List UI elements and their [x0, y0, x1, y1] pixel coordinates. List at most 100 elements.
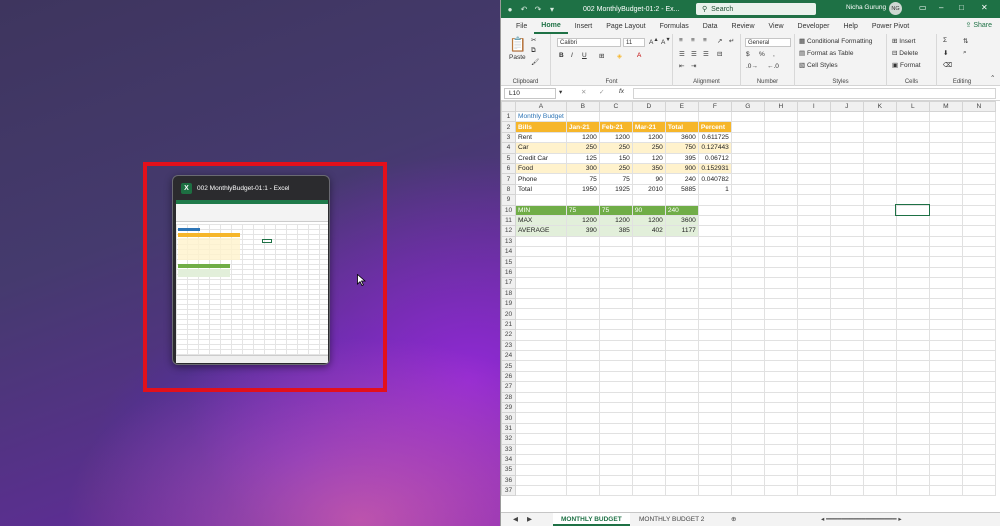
cell[interactable]	[961, 474, 996, 487]
cell[interactable]	[565, 298, 600, 310]
cell[interactable]	[631, 246, 666, 258]
cell[interactable]	[829, 401, 864, 414]
cell[interactable]	[515, 246, 567, 258]
cell[interactable]	[565, 339, 600, 352]
cell[interactable]	[862, 131, 897, 144]
column-header[interactable]: F	[697, 101, 732, 112]
cell[interactable]	[598, 464, 633, 476]
cell[interactable]: 240	[664, 173, 699, 185]
cell[interactable]: 350	[631, 162, 666, 175]
cell[interactable]	[515, 485, 567, 497]
row-header[interactable]: 23	[501, 339, 516, 352]
cell[interactable]	[664, 453, 699, 466]
cell[interactable]	[664, 360, 699, 372]
cell[interactable]	[796, 370, 831, 383]
cell[interactable]: 75	[565, 204, 600, 216]
tab-review[interactable]: Review	[725, 18, 762, 34]
sheet-table[interactable]: A B C D E F G H I J K L M N 1 Monthly Bu…	[501, 101, 996, 497]
cell[interactable]	[631, 194, 666, 206]
cell[interactable]	[763, 142, 798, 154]
row-header[interactable]: 22	[501, 329, 516, 341]
cell[interactable]	[961, 110, 996, 123]
increase-indent-icon[interactable]: ⇥	[691, 62, 696, 70]
cell[interactable]	[829, 464, 864, 476]
cell[interactable]	[598, 453, 633, 466]
cell[interactable]	[961, 131, 996, 144]
cell[interactable]	[730, 360, 765, 372]
cell[interactable]	[697, 453, 732, 466]
cell[interactable]: 250	[598, 162, 633, 175]
cell[interactable]	[763, 391, 798, 403]
cell[interactable]	[598, 443, 633, 455]
cell[interactable]	[598, 422, 633, 435]
cell[interactable]	[895, 131, 930, 144]
cell[interactable]: 900	[664, 162, 699, 175]
cell[interactable]	[515, 360, 567, 372]
cell[interactable]	[730, 298, 765, 310]
cell[interactable]	[565, 401, 600, 414]
row-header[interactable]: 6	[501, 162, 516, 175]
cell[interactable]	[730, 287, 765, 300]
cell[interactable]	[730, 194, 765, 206]
cell[interactable]	[664, 194, 699, 206]
cell[interactable]	[515, 349, 567, 362]
cell[interactable]	[895, 110, 930, 123]
cell[interactable]	[895, 287, 930, 300]
cell[interactable]	[928, 308, 963, 320]
cell[interactable]	[862, 142, 897, 154]
cell[interactable]	[796, 360, 831, 372]
cell[interactable]	[664, 412, 699, 424]
cell[interactable]	[829, 422, 864, 435]
cell[interactable]	[515, 277, 567, 289]
cell[interactable]	[796, 318, 831, 331]
cell[interactable]	[961, 464, 996, 476]
cell[interactable]	[928, 162, 963, 175]
cell[interactable]	[796, 443, 831, 455]
column-header[interactable]: E	[664, 101, 699, 112]
cell[interactable]	[565, 287, 600, 300]
cell[interactable]	[730, 246, 765, 258]
tab-help[interactable]: Help	[836, 18, 864, 34]
cell[interactable]	[862, 162, 897, 175]
cell[interactable]	[862, 485, 897, 497]
tab-developer[interactable]: Developer	[791, 18, 837, 34]
cell[interactable]	[664, 422, 699, 435]
cell[interactable]: 250	[598, 142, 633, 154]
cell[interactable]	[730, 121, 765, 133]
increase-font-icon[interactable]: A▲	[649, 37, 659, 46]
cell[interactable]	[829, 225, 864, 237]
cell[interactable]	[796, 110, 831, 123]
cell[interactable]	[697, 287, 732, 300]
cell[interactable]	[565, 453, 600, 466]
cell[interactable]	[961, 329, 996, 341]
cell[interactable]	[895, 329, 930, 341]
row-header[interactable]: 18	[501, 287, 516, 300]
cell[interactable]	[515, 370, 567, 383]
cell[interactable]	[829, 183, 864, 196]
clear-icon[interactable]: ⌫	[943, 61, 952, 69]
cell[interactable]	[796, 485, 831, 497]
align-right-icon[interactable]: ☰	[703, 50, 709, 58]
cell[interactable]	[829, 152, 864, 164]
cell[interactable]	[862, 235, 897, 248]
cell[interactable]	[928, 453, 963, 466]
cell[interactable]	[697, 464, 732, 476]
cell[interactable]	[631, 266, 666, 279]
cell[interactable]	[829, 360, 864, 372]
bottom-align-icon[interactable]: ≡	[703, 37, 707, 44]
cell[interactable]	[697, 422, 732, 435]
row-header[interactable]: 31	[501, 422, 516, 435]
cell[interactable]	[862, 391, 897, 403]
cell[interactable]	[730, 318, 765, 331]
cell[interactable]	[598, 287, 633, 300]
cell[interactable]	[961, 225, 996, 237]
decrease-decimal-icon[interactable]: ←.0	[767, 63, 779, 70]
cell[interactable]	[598, 381, 633, 393]
cell[interactable]	[664, 287, 699, 300]
cell[interactable]	[829, 391, 864, 403]
cell[interactable]: 1200	[565, 214, 600, 227]
cell[interactable]	[862, 464, 897, 476]
cell[interactable]: 90	[631, 173, 666, 185]
cell[interactable]	[829, 381, 864, 393]
cell[interactable]	[664, 443, 699, 455]
